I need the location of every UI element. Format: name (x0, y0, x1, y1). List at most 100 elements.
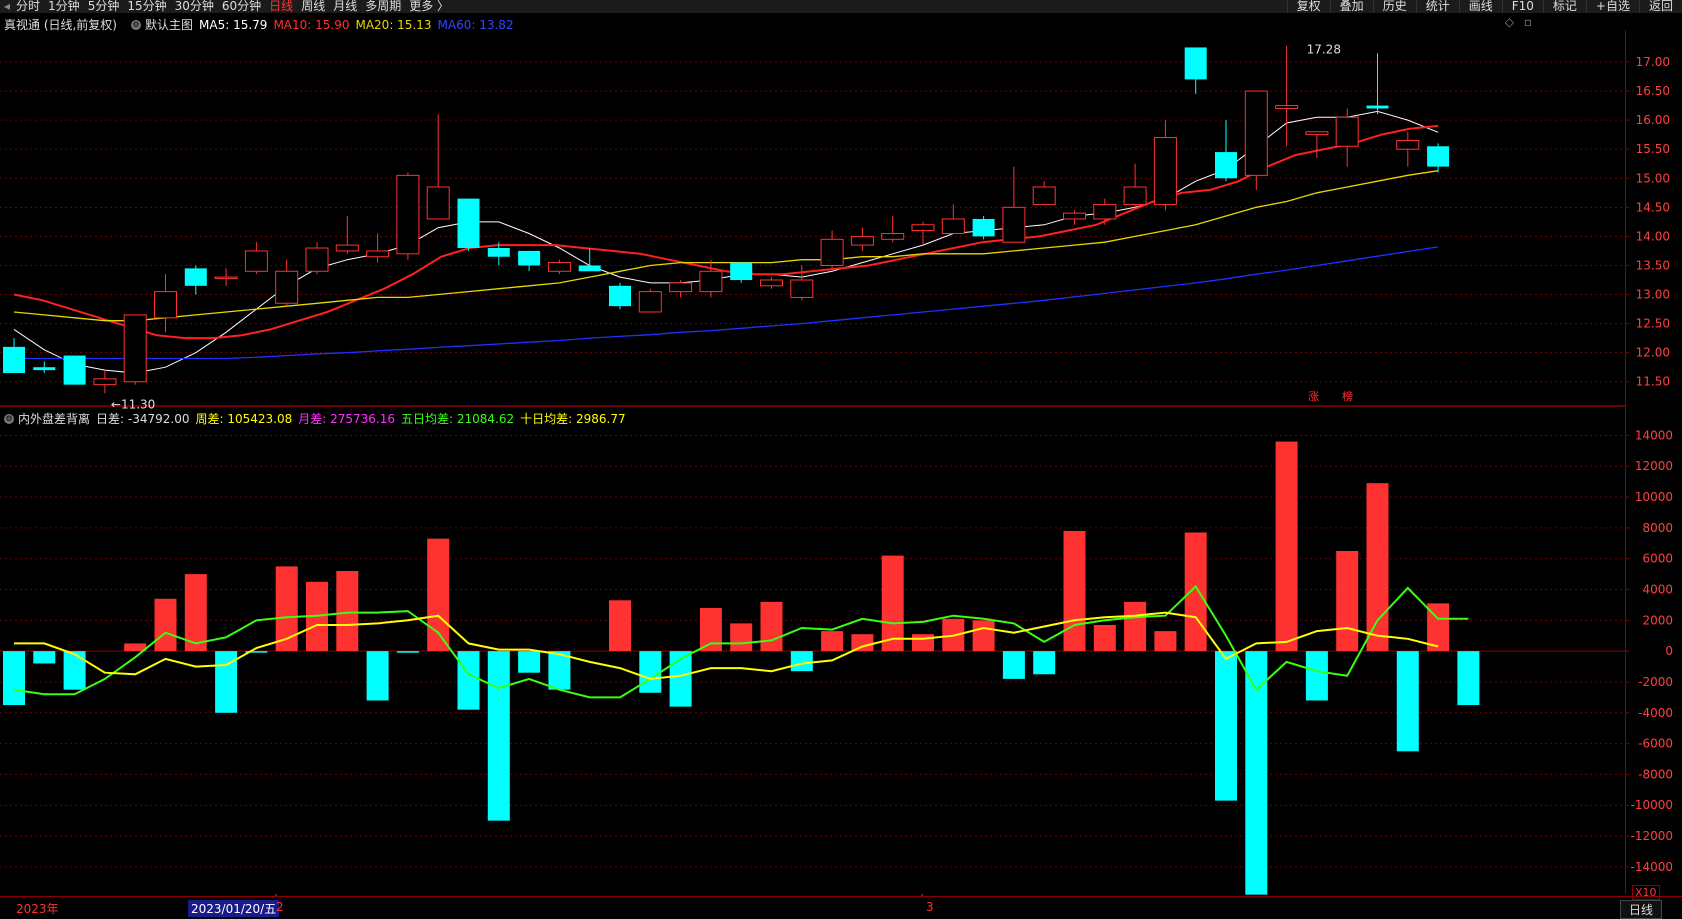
candle-body-up (335, 244, 359, 252)
candle-body-down (1215, 152, 1237, 179)
diff-bar-negative (790, 651, 813, 672)
diff-bar-negative (63, 651, 86, 690)
diff-bar-negative (1305, 651, 1328, 701)
candle-body-down (63, 355, 86, 385)
candle-body-down (1366, 105, 1389, 109)
sub-y-tick-label: 6000 (1642, 552, 1673, 566)
candle-body-up (881, 232, 905, 240)
candle-body-up (1123, 186, 1147, 205)
candle-body-down (1427, 146, 1450, 167)
diff-bar-negative (518, 651, 541, 673)
candle-body-up (305, 247, 329, 272)
candle-body-down (518, 250, 541, 266)
ma60-line (14, 246, 1439, 360)
main-y-tick-label: 15.50 (1636, 142, 1670, 156)
diff-bar-positive (1154, 631, 1177, 652)
month-mark-2: 2 (276, 900, 284, 914)
sub-y-tick-label: -6000 (1638, 737, 1673, 751)
sub-y-tick-label: -12000 (1630, 829, 1673, 843)
diff-bar-positive (1124, 601, 1147, 652)
sub-y-tick-label: -10000 (1630, 798, 1673, 812)
diff-bar-positive (881, 555, 904, 652)
zoom-label[interactable]: X10 (1632, 885, 1660, 900)
candle-body-down (3, 346, 25, 374)
diff-bar-positive (1093, 624, 1116, 652)
main-y-tick-label: 15.00 (1636, 171, 1670, 185)
candle-body-up (93, 378, 117, 386)
candle-body-down (487, 248, 510, 257)
main-y-tick-label: 11.50 (1636, 375, 1670, 389)
main-y-tick-label: 13.50 (1636, 258, 1670, 272)
diff-bar-negative (457, 651, 480, 710)
low-price-label: ←11.30 (111, 397, 155, 411)
diff-bar-positive (1275, 441, 1298, 652)
candle-body-up (1032, 186, 1056, 205)
diff-bar-negative (3, 651, 25, 706)
high-price-label: 17.28 (1307, 43, 1341, 57)
diff-bar-positive (609, 600, 631, 652)
diff-bar-negative (1215, 651, 1237, 801)
diff-bar-negative (1033, 651, 1056, 675)
diff-bar-negative (1396, 651, 1419, 752)
candle-body-up (1335, 116, 1359, 147)
candle-body-up (547, 262, 571, 272)
candle-body-up (214, 276, 238, 280)
chart-canvas[interactable]: 17.00 16.50 16.00 15.50 15.00 14.50 14.00 13.50… (0, 0, 1682, 917)
diff-bar-positive (1184, 532, 1207, 652)
candle-body-up (911, 224, 935, 232)
candle-body-up (941, 218, 965, 234)
diff-bar-positive (730, 623, 753, 652)
main-y-tick-label: 12.50 (1636, 317, 1670, 331)
candle-body-up (154, 291, 177, 319)
candle-body-up (123, 314, 147, 383)
diff-bar-negative (396, 651, 419, 653)
candle-body-up (396, 174, 420, 255)
candle-body-down (609, 285, 631, 307)
candle-body-down (184, 268, 207, 286)
candle-body-up (850, 235, 874, 246)
date-axis-bar: 2023年 2023/01/20/五 2 3 X10 日线 (0, 885, 1682, 919)
candle-body-up (1305, 131, 1329, 136)
candle-body-up (1063, 212, 1086, 220)
candle-body-up (1275, 105, 1299, 109)
diff-bar-positive (760, 601, 783, 652)
selected-date: 2023/01/20/五 (188, 900, 280, 917)
candle-body-up (426, 186, 450, 220)
sub-y-tick-label: -8000 (1638, 767, 1673, 781)
diff-bar-negative (1002, 651, 1025, 679)
sub-y-tick-label: 8000 (1642, 521, 1673, 535)
diff-bar-positive (699, 608, 722, 652)
candle-body-down (730, 262, 753, 280)
main-y-tick-label: 17.00 (1636, 55, 1670, 69)
candle-body-up (1093, 203, 1117, 220)
diff-bar-positive (184, 574, 207, 652)
main-y-tick-label: 13.00 (1636, 288, 1670, 302)
diff-bar-positive (972, 620, 995, 652)
sub-y-tick-label: 2000 (1642, 613, 1673, 627)
diff-bar-positive (1366, 483, 1389, 652)
candle-body-up (1002, 206, 1026, 243)
candle-body-up (669, 282, 693, 293)
period-switch-tab[interactable]: 日线 (1619, 900, 1662, 919)
candle-body-down (578, 265, 601, 272)
candle-body-down (33, 367, 56, 371)
candle-body-up (1244, 90, 1268, 176)
candle-body-down (457, 198, 480, 249)
sub-y-tick-label: -4000 (1638, 706, 1673, 720)
bang-marker: 榜 (1342, 389, 1353, 403)
diff-bar-positive (1063, 530, 1086, 652)
main-y-tick-label: 16.50 (1636, 84, 1670, 98)
diff-bar-positive (821, 631, 844, 652)
candle-body-up (366, 250, 390, 258)
diff-bar-negative (366, 651, 389, 701)
diff-bar-negative (639, 651, 662, 693)
sub-y-tick-label: 4000 (1642, 583, 1673, 597)
month-mark-3: 3 (926, 900, 934, 914)
sub-y-tick-label: 14000 (1635, 428, 1673, 442)
sub-y-tick-label: -14000 (1630, 860, 1673, 874)
candle-body-down (1184, 47, 1207, 80)
candle-body-up (820, 238, 844, 266)
main-y-tick-label: 16.00 (1636, 113, 1670, 127)
zhang-marker: 涨 (1308, 390, 1319, 403)
diff-bar-positive (1336, 550, 1359, 652)
